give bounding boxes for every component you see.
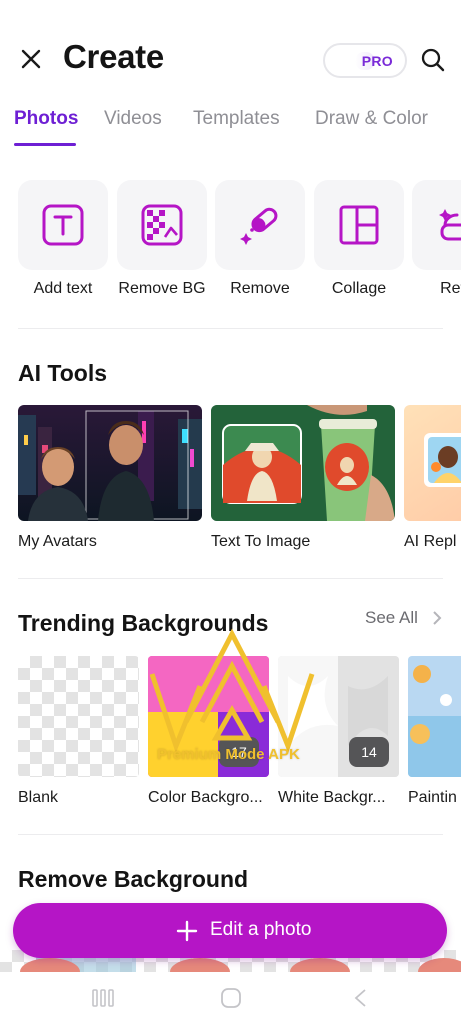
remove-bg-icon — [141, 204, 183, 246]
ai-tools-heading: AI Tools — [18, 360, 108, 386]
ai-card-image — [404, 405, 461, 521]
see-all-link[interactable]: See All — [365, 608, 418, 628]
tab-videos[interactable]: Videos — [104, 108, 162, 130]
back-icon[interactable] — [352, 988, 368, 1008]
tool-label: Remove — [230, 280, 290, 297]
tool-retouch[interactable]: Reto — [412, 180, 461, 298]
active-tab-indicator — [14, 143, 76, 146]
bg-card-image: 17 — [148, 656, 269, 777]
bg-card-image — [408, 656, 461, 777]
bg-card-white-backgrounds[interactable]: 14 White Backgr... — [278, 656, 399, 807]
tab-draw-color[interactable]: Draw & Color — [315, 108, 428, 130]
section-divider — [18, 328, 443, 329]
trending-backgrounds-carousel: Blank 17 Color Backgro... 14 White Backg… — [0, 656, 461, 816]
bg-card-color-backgrounds[interactable]: 17 Color Backgro... — [148, 656, 269, 807]
edit-a-photo-button[interactable]: Edit a photo — [13, 903, 447, 958]
ai-card-label: My Avatars — [18, 533, 97, 550]
bg-count-badge: 17 — [219, 737, 259, 767]
ai-card-ai-replace[interactable]: AI Repl — [404, 405, 461, 551]
text-box-icon — [42, 204, 84, 246]
tool-label: Remove BG — [118, 280, 206, 297]
tool-add-text[interactable]: Add text — [18, 180, 108, 298]
home-icon[interactable] — [220, 987, 242, 1009]
bg-card-blank[interactable]: Blank — [18, 656, 139, 807]
ai-card-label: Text To Image — [211, 533, 311, 550]
edit-a-photo-label: Edit a photo — [210, 919, 312, 940]
tool-tile — [215, 180, 305, 270]
ai-card-image — [211, 405, 395, 521]
tool-remove-bg[interactable]: Remove BG — [117, 180, 207, 298]
header: Create PRO — [0, 0, 461, 110]
painting-preview — [408, 656, 461, 777]
tab-templates[interactable]: Templates — [193, 108, 280, 130]
tool-label: Reto — [440, 280, 461, 297]
ai-card-label: AI Repl — [404, 533, 457, 550]
search-icon — [421, 48, 445, 72]
ai-card-text-to-image[interactable]: Text To Image — [211, 405, 395, 551]
tool-tile — [314, 180, 404, 270]
avatars-illustration — [18, 405, 202, 521]
ai-card-my-avatars[interactable]: My Avatars — [18, 405, 202, 551]
retouch-icon — [439, 209, 461, 241]
quick-tools-row: Add text Remove BG Remove Collage Re — [0, 180, 461, 310]
close-icon — [21, 49, 41, 69]
remove-background-heading: Remove Background — [18, 866, 249, 892]
tool-tile — [18, 180, 108, 270]
bg-card-painting[interactable]: Paintin — [408, 656, 461, 807]
bg-card-label: White Backgr... — [278, 789, 386, 806]
bg-card-label: Blank — [18, 789, 59, 806]
tab-photos[interactable]: Photos — [14, 108, 78, 130]
tool-label: Collage — [331, 280, 387, 297]
bg-card-label: Paintin — [408, 789, 457, 806]
pro-label: PRO — [361, 53, 393, 69]
recent-apps-icon[interactable] — [92, 988, 114, 1008]
bg-card-image — [18, 656, 139, 777]
trending-backgrounds-heading: Trending Backgrounds — [18, 610, 269, 636]
text-to-image-illustration — [211, 405, 395, 521]
bg-card-image: 14 — [278, 656, 399, 777]
eraser-icon — [240, 207, 278, 245]
bg-count-badge: 14 — [349, 737, 389, 767]
tab-bar: Photos Videos Templates Draw & Color — [0, 106, 461, 148]
ai-replace-illustration — [404, 405, 461, 521]
ai-tools-carousel: My Avatars Text To Image AI Repl — [0, 405, 461, 565]
tool-tile — [117, 180, 207, 270]
section-divider — [18, 578, 443, 579]
search-button[interactable] — [420, 47, 446, 73]
plus-icon — [176, 920, 198, 942]
section-divider — [18, 834, 443, 835]
chevron-right-icon[interactable] — [432, 611, 442, 625]
pro-toggle[interactable]: PRO — [323, 43, 407, 78]
system-navigation-bar — [0, 972, 461, 1024]
tool-remove[interactable]: Remove — [215, 180, 305, 298]
collage-icon — [339, 205, 379, 245]
tool-collage[interactable]: Collage — [314, 180, 404, 298]
tool-label: Add text — [33, 280, 93, 297]
ai-card-image — [18, 405, 202, 521]
tool-tile — [412, 180, 461, 270]
bg-card-label: Color Backgro... — [148, 789, 263, 806]
page-title: Create — [63, 38, 164, 75]
close-button[interactable] — [18, 46, 44, 72]
